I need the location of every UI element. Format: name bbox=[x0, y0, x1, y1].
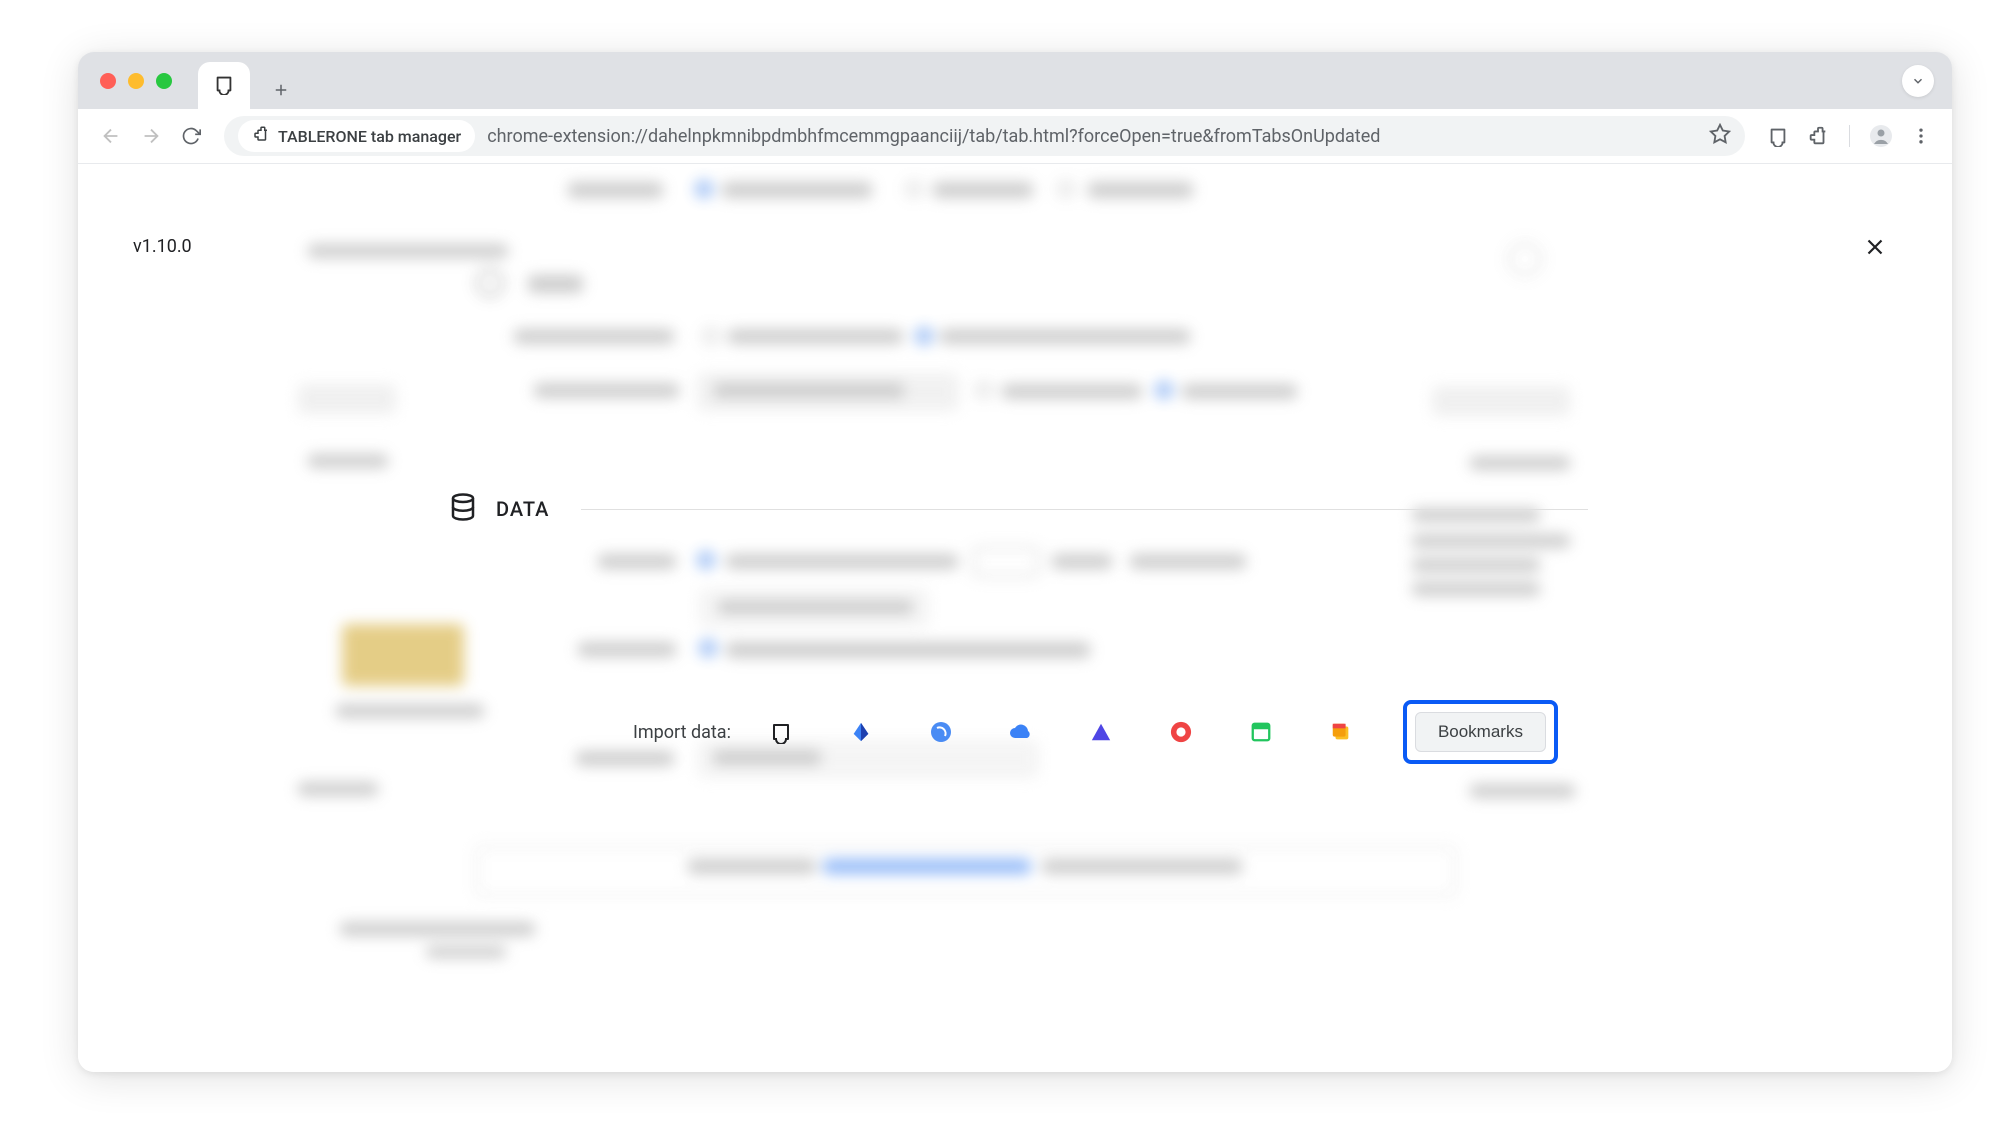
bookmarks-button[interactable]: Bookmarks bbox=[1415, 712, 1546, 752]
database-icon bbox=[448, 492, 478, 526]
extension-name: TABLERONE tab manager bbox=[278, 127, 461, 146]
section-divider bbox=[581, 509, 1588, 510]
url-bar[interactable]: TABLERONE tab manager chrome-extension:/… bbox=[224, 116, 1745, 156]
extension-badge: TABLERONE tab manager bbox=[238, 120, 475, 152]
back-button[interactable] bbox=[96, 121, 126, 151]
workona-import-icon[interactable] bbox=[1089, 720, 1113, 744]
menu-icon[interactable] bbox=[1908, 123, 1934, 149]
divider bbox=[1849, 125, 1850, 147]
import-data-label: Import data: bbox=[633, 722, 731, 743]
star-icon[interactable] bbox=[1709, 123, 1731, 149]
version-label: v1.10.0 bbox=[133, 236, 192, 257]
tablerone-icon bbox=[213, 73, 235, 99]
mac-window-controls bbox=[100, 73, 172, 89]
maximize-window-button[interactable] bbox=[156, 73, 172, 89]
session-buddy-import-icon[interactable] bbox=[929, 720, 953, 744]
page-content: v1.10.0 DATA Import data: bbox=[78, 164, 1952, 1072]
cloud-import-icon[interactable] bbox=[1009, 720, 1033, 744]
tablerone-extension-icon[interactable] bbox=[1765, 123, 1791, 149]
onetab-import-icon[interactable] bbox=[849, 720, 873, 744]
toolbar-right bbox=[1765, 123, 1934, 149]
extensions-icon[interactable] bbox=[1805, 123, 1831, 149]
close-window-button[interactable] bbox=[100, 73, 116, 89]
data-section: DATA Import data: bbox=[448, 492, 1588, 526]
toby-import-icon[interactable] bbox=[1169, 720, 1193, 744]
tab-strip bbox=[198, 52, 300, 109]
browser-window: TABLERONE tab manager chrome-extension:/… bbox=[78, 52, 1952, 1072]
url-text: chrome-extension://dahelnpkmnibpdmbhfmce… bbox=[487, 126, 1380, 147]
browser-tab[interactable] bbox=[198, 62, 250, 109]
close-button[interactable] bbox=[1860, 232, 1890, 262]
browser-toolbar: TABLERONE tab manager chrome-extension:/… bbox=[78, 109, 1952, 164]
profile-icon[interactable] bbox=[1868, 123, 1894, 149]
tablerone-import-icon[interactable] bbox=[769, 720, 793, 744]
data-section-title: DATA bbox=[496, 497, 549, 521]
forward-button[interactable] bbox=[136, 121, 166, 151]
import-data-row: Import data: bbox=[633, 700, 1558, 764]
bookmarks-highlight: Bookmarks bbox=[1403, 700, 1558, 764]
title-bar bbox=[78, 52, 1952, 109]
extension-icon bbox=[252, 125, 270, 147]
minimize-window-button[interactable] bbox=[128, 73, 144, 89]
tab-session-manager-import-icon[interactable] bbox=[1329, 720, 1353, 744]
tabs-outliner-import-icon[interactable] bbox=[1249, 720, 1273, 744]
tabs-dropdown-button[interactable] bbox=[1902, 65, 1934, 97]
new-tab-button[interactable] bbox=[262, 71, 300, 109]
reload-button[interactable] bbox=[176, 121, 206, 151]
